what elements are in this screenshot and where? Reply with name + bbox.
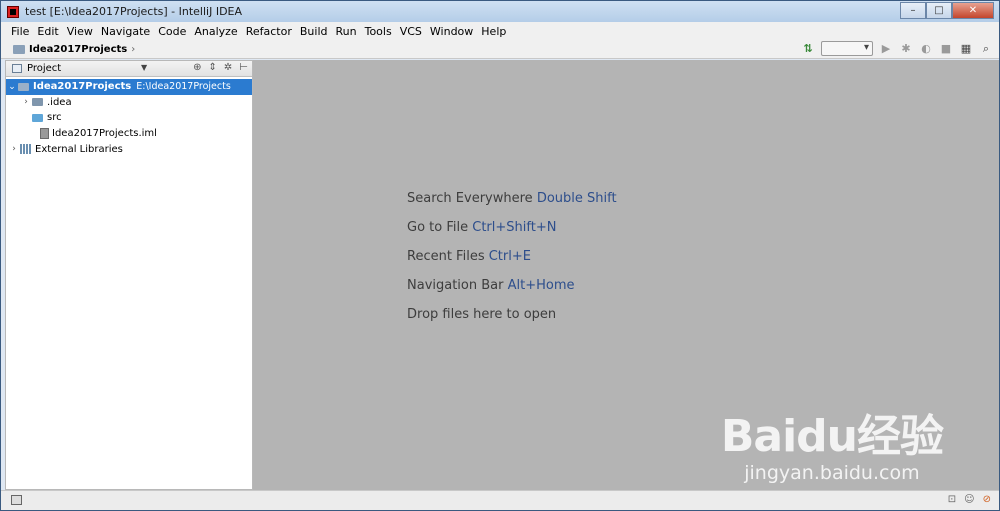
tree-item-src[interactable]: src [6,110,252,126]
menu-edit[interactable]: Edit [33,25,62,38]
hint-shortcut: Double Shift [536,191,617,206]
gear-icon[interactable]: ✲ [224,62,232,73]
tool-window-toggle-icon[interactable] [11,495,22,505]
hint-text: Recent Files [407,249,485,264]
run-configuration-select[interactable] [821,41,873,56]
menu-help[interactable]: Help [477,25,510,38]
folder-icon [32,98,43,107]
project-panel-header: Project ▼ ⊕ ⇕ ✲ ⊢ [6,61,252,77]
source-folder-icon [32,113,43,122]
tree-item-label: External Libraries [35,143,123,155]
project-tool-window: Project ▼ ⊕ ⇕ ✲ ⊢ ⌄ Idea2017Projects E:\… [5,60,253,490]
menu-bar: File Edit View Navigate Code Analyze Ref… [1,22,999,40]
watermark-logo: Baidu经验 [720,411,944,462]
menu-navigate[interactable]: Navigate [97,25,154,38]
status-indicators: ⊡ ☺ ⊘ [948,494,991,505]
breadcrumb-project[interactable]: Idea2017Projects [29,44,127,55]
tree-item-root[interactable]: ⌄ Idea2017Projects E:\Idea2017Projects [6,79,252,95]
menu-build[interactable]: Build [296,25,332,38]
maximize-button[interactable]: □ [926,2,952,19]
hint-shortcut: Ctrl+E [488,249,531,264]
tree-item-label: Idea2017Projects.iml [52,128,157,140]
chevron-down-icon[interactable]: ▼ [141,63,147,72]
tree-item-label: .idea [47,96,72,108]
build-icon[interactable]: ⇅ [801,42,815,56]
intellij-app-icon [7,5,19,18]
hint-text: Go to File [407,220,469,235]
menu-window[interactable]: Window [426,25,477,38]
status-bar: ⊡ ☺ ⊘ [1,490,999,510]
stop-icon[interactable]: ■ [939,42,953,56]
library-icon [20,144,31,155]
project-panel-tools: ⊕ ⇕ ✲ ⊢ [193,62,248,73]
project-tree: ⌄ Idea2017Projects E:\Idea2017Projects ›… [6,77,252,157]
collapse-all-icon[interactable]: ⇕ [209,62,217,73]
hide-panel-icon[interactable]: ⊢ [239,62,248,73]
ide-window: test [E:\Idea2017Projects] - IntelliJ ID… [0,0,1000,511]
hint-text: Navigation Bar [407,278,504,293]
chevron-right-icon[interactable]: › [20,97,32,107]
menu-tools[interactable]: Tools [361,25,396,38]
coverage-icon[interactable]: ◐ [919,42,933,56]
lock-icon[interactable]: ⊡ [948,494,956,505]
folder-icon [18,82,29,91]
hint-navigation-bar: Navigation Bar Alt+Home [407,278,617,307]
project-panel-title[interactable]: Project [27,63,61,74]
tree-item-external-libraries[interactable]: › External Libraries [6,141,252,157]
run-icon[interactable]: ▶ [879,42,893,56]
hint-search-everywhere: Search Everywhere Double Shift [407,191,617,220]
project-structure-icon[interactable]: ▦ [959,42,973,56]
menu-file[interactable]: File [7,25,33,38]
scroll-from-source-icon[interactable]: ⊕ [193,62,201,73]
menu-run[interactable]: Run [332,25,361,38]
menu-analyze[interactable]: Analyze [190,25,241,38]
inspector-icon[interactable]: ☺ [964,494,974,505]
title-bar: test [E:\Idea2017Projects] - IntelliJ ID… [1,1,999,22]
menu-vcs[interactable]: VCS [396,25,426,38]
close-button[interactable]: ✕ [952,2,994,19]
hint-shortcut: Alt+Home [507,278,575,293]
window-controls: – □ ✕ [900,2,994,19]
search-icon[interactable]: ⌕ [979,42,993,56]
menu-refactor[interactable]: Refactor [242,25,296,38]
hint-text: Search Everywhere [407,191,533,206]
hint-shortcut: Ctrl+Shift+N [472,220,557,235]
menu-view[interactable]: View [63,25,97,38]
tree-item-idea[interactable]: › .idea [6,95,252,111]
event-log-icon[interactable]: ⊘ [983,494,991,505]
window-title: test [E:\Idea2017Projects] - IntelliJ ID… [25,5,243,18]
folder-icon [13,44,25,54]
tree-item-label: Idea2017Projects [33,81,132,93]
editor-hints: Search Everywhere Double Shift Go to Fil… [407,191,617,336]
tree-item-label: src [47,112,62,124]
hint-drop-files: Drop files here to open [407,307,617,336]
hint-text: Drop files here to open [407,307,557,322]
hint-go-to-file: Go to File Ctrl+Shift+N [407,220,617,249]
minimize-button[interactable]: – [900,2,926,19]
hint-recent-files: Recent Files Ctrl+E [407,249,617,278]
tree-item-iml[interactable]: Idea2017Projects.iml [6,126,252,142]
editor-empty-area[interactable]: Search Everywhere Double Shift Go to Fil… [253,60,999,490]
watermark-url: jingyan.baidu.com [744,462,920,484]
tree-item-path: E:\Idea2017Projects [136,81,231,93]
baidu-watermark: Baidu经验 jingyan.baidu.com [720,400,944,484]
menu-code[interactable]: Code [154,25,190,38]
chevron-right-icon: › [131,43,136,55]
iml-file-icon [40,128,49,140]
run-toolbar: ⇅ ▶ ✱ ◐ ■ ▦ ⌕ [801,41,993,56]
debug-icon[interactable]: ✱ [899,42,913,56]
chevron-down-icon[interactable]: ⌄ [6,82,18,92]
project-view-icon [12,64,22,73]
navigation-bar: Idea2017Projects › ⇅ ▶ ✱ ◐ ■ ▦ ⌕ [1,40,999,59]
chevron-right-icon[interactable]: › [8,144,20,154]
